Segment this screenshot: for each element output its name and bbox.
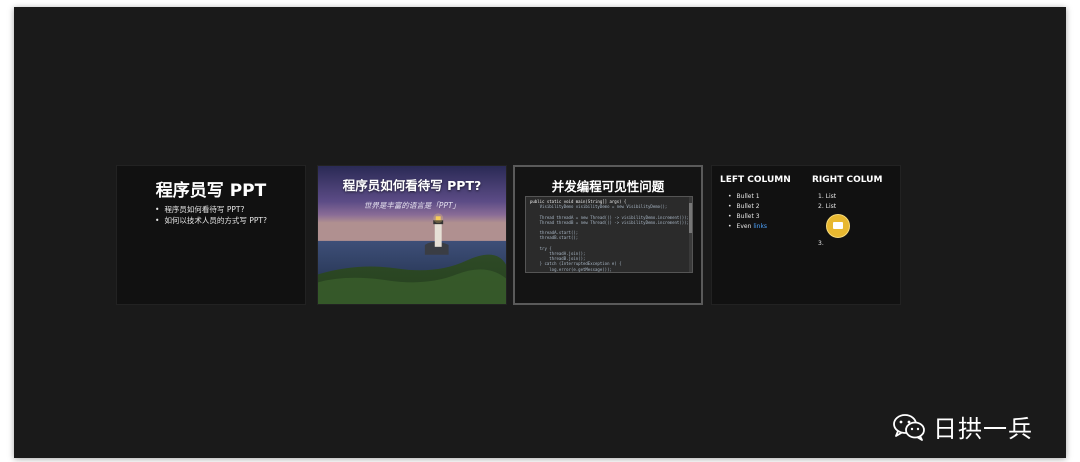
bullet-item: Bullet 2	[728, 202, 767, 212]
slide-thumbnail-1[interactable]: 程序员写 PPT 程序员如何看待写 PPT? 如何以技术人员的方式写 PPT?	[116, 165, 306, 305]
list-item: 1. List	[818, 193, 837, 200]
code-line: Thread threadB = new Thread(() -> visibi…	[530, 219, 689, 225]
left-column-heading: LEFT COLUMN	[720, 175, 791, 185]
list-item: 2. List	[818, 203, 837, 210]
bullet-text: Even	[736, 223, 752, 230]
watermark: 日拱一兵	[892, 409, 1033, 444]
code-line: VisibilityDemo visibilityDemo = new Visi…	[530, 204, 668, 210]
code-line: log.error(e.getMessage());	[530, 266, 612, 272]
bullet-item: Bullet 3	[728, 212, 767, 222]
wechat-icon	[893, 413, 925, 441]
bullet-item: Even links	[728, 222, 768, 232]
left-bullet-list: Bullet 1 Bullet 2 Bullet 3 Even links	[728, 192, 768, 232]
slide-thumbnail-3[interactable]: 并发编程可见性问题 public static void main(String…	[513, 165, 703, 305]
bullet-item: 程序员如何看待写 PPT?	[155, 204, 267, 215]
right-column-heading: RIGHT COLUM	[812, 175, 883, 185]
slide-subtitle: 世界是丰富的语言是「PPT」	[363, 201, 461, 210]
bullet-item: 如何以技术人员的方式写 PPT?	[155, 215, 267, 226]
slide-thumbnail-strip: 程序员写 PPT 程序员如何看待写 PPT? 如何以技术人员的方式写 PPT?	[116, 165, 916, 305]
slide-title: 程序员写 PPT	[155, 181, 267, 201]
slide-thumbnail-4[interactable]: LEFT COLUMN RIGHT COLUM Bullet 1 Bullet …	[711, 165, 901, 305]
bullet-list: 程序员如何看待写 PPT? 如何以技术人员的方式写 PPT?	[155, 204, 267, 226]
code-block: public static void main(String[] args) {…	[525, 196, 693, 273]
slide-thumbnail-2[interactable]: 程序员如何看待写 PPT? 世界是丰富的语言是「PPT」	[317, 165, 507, 305]
watermark-text: 日拱一兵	[933, 415, 1033, 443]
links-link[interactable]: links	[753, 223, 767, 230]
list-item: 3.	[818, 240, 824, 247]
presentation-overview-frame: 程序员写 PPT 程序员如何看待写 PPT? 如何以技术人员的方式写 PPT?	[14, 7, 1066, 458]
slide-title: 并发编程可见性问题	[551, 179, 665, 194]
bullet-item: Bullet 1	[728, 192, 767, 202]
right-numbered-list: 1. List 2. List	[818, 192, 836, 212]
code-scrollbar[interactable]	[689, 197, 692, 272]
slide-title: 程序员如何看待写 PPT?	[342, 178, 482, 193]
image-badge-icon	[826, 214, 850, 238]
